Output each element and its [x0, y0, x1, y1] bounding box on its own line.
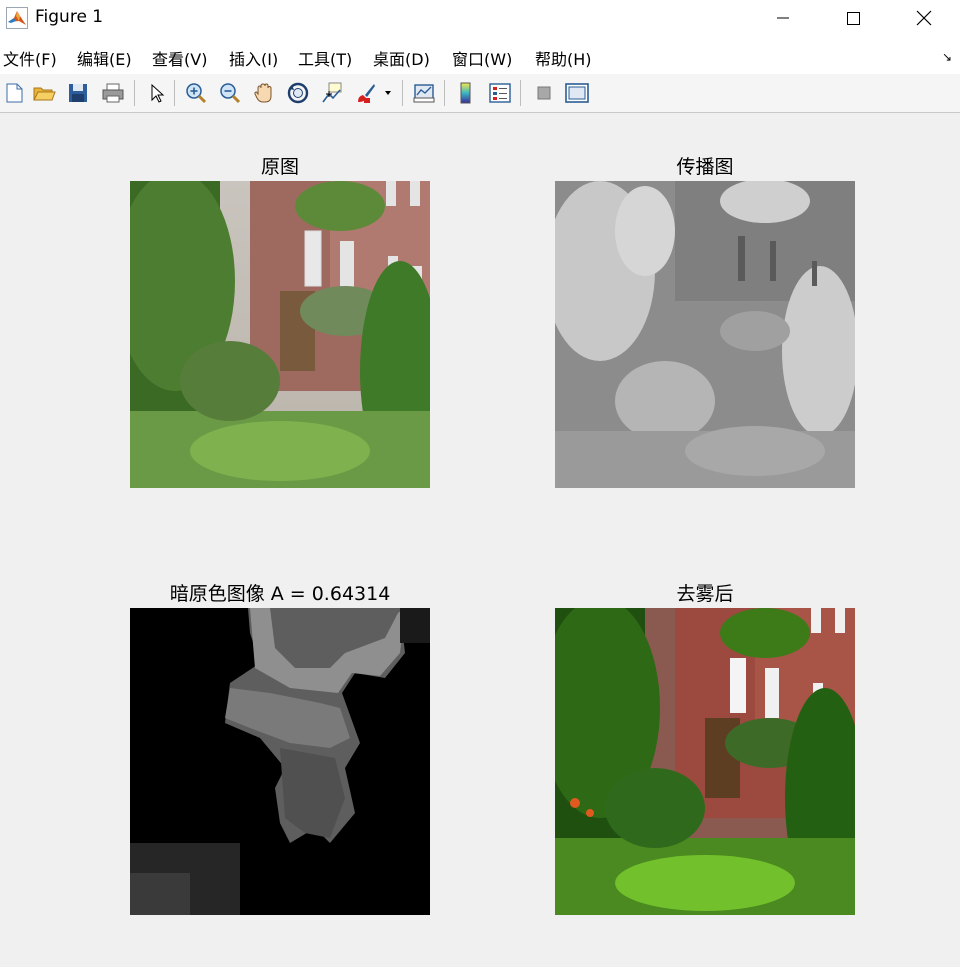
axes-title-original: 原图: [260, 156, 299, 178]
menu-edit[interactable]: 编辑(E): [77, 46, 132, 70]
open-file-button[interactable]: [30, 79, 58, 107]
close-icon: [916, 10, 932, 26]
dark-channel-image: [130, 608, 430, 915]
toolbar-separator: [444, 80, 445, 106]
pan-button[interactable]: [250, 79, 278, 107]
menu-help[interactable]: 帮助(H): [535, 46, 592, 70]
axes-title-dehazed: 去雾后: [676, 583, 734, 605]
rotate-3d-icon: [287, 82, 309, 104]
show-plot-tools-icon: [565, 83, 589, 103]
figure-toolbar: [0, 74, 960, 113]
new-figure-button[interactable]: [0, 79, 28, 107]
hide-plot-tools-button[interactable]: [530, 79, 558, 107]
toolbar-separator: [402, 80, 403, 106]
link-plot-icon: [413, 84, 435, 103]
select-button[interactable]: [142, 79, 170, 107]
menu-view[interactable]: 查看(V): [152, 46, 207, 70]
save-button[interactable]: [64, 79, 92, 107]
data-cursor-button[interactable]: [318, 79, 346, 107]
zoom-in-button[interactable]: [182, 79, 210, 107]
new-file-icon: [6, 83, 23, 103]
zoom-out-icon: [220, 83, 241, 104]
maximize-icon: [847, 12, 860, 25]
menu-tools[interactable]: 工具(T): [298, 46, 352, 70]
print-button[interactable]: [99, 79, 127, 107]
matlab-logo-icon: [6, 7, 28, 29]
transmission-map-image: [555, 181, 855, 488]
arrow-pointer-icon: [151, 83, 165, 103]
link-plot-button[interactable]: [410, 79, 438, 107]
printer-icon: [102, 83, 124, 103]
original-image: [130, 181, 430, 488]
brush-dropdown-button[interactable]: [381, 79, 395, 107]
brush-button[interactable]: [352, 79, 380, 107]
menu-bar: 文件(F) 编辑(E) 查看(V) 插入(I) 工具(T) 桌面(D) 窗口(W…: [0, 36, 960, 75]
menu-window[interactable]: 窗口(W): [452, 46, 512, 70]
hand-pan-icon: [254, 83, 272, 103]
minimize-icon: [777, 17, 789, 19]
chevron-down-icon: [385, 91, 391, 95]
insert-colorbar-button[interactable]: [452, 79, 480, 107]
window-title: Figure 1: [35, 7, 104, 27]
data-cursor-icon: [322, 82, 342, 103]
legend-icon: [489, 83, 511, 103]
menu-desktop[interactable]: 桌面(D): [373, 46, 430, 70]
zoom-out-button[interactable]: [216, 79, 244, 107]
toolbar-separator: [174, 80, 175, 106]
minimize-button[interactable]: [748, 0, 818, 36]
insert-legend-button[interactable]: [486, 79, 514, 107]
maximize-button[interactable]: [818, 0, 888, 36]
figure-canvas: 原图 传播图 暗原色图像 A = 0.64314 去雾后: [0, 113, 960, 967]
open-folder-icon: [33, 87, 56, 101]
dehazed-image: [555, 608, 855, 915]
menu-file[interactable]: 文件(F): [3, 46, 57, 70]
show-plot-tools-button[interactable]: [563, 79, 591, 107]
close-button[interactable]: [889, 0, 959, 36]
zoom-in-icon: [186, 83, 207, 104]
axes-title-dark-channel: 暗原色图像 A = 0.64314: [169, 583, 391, 605]
title-bar: Figure 1: [0, 0, 960, 36]
toolbar-separator: [520, 80, 521, 106]
rotate-3d-button[interactable]: [284, 79, 312, 107]
toolbar-separator: [134, 80, 135, 106]
menu-insert[interactable]: 插入(I): [229, 46, 278, 70]
dock-arrow-icon[interactable]: ↘: [942, 50, 952, 64]
save-disk-icon: [69, 84, 87, 102]
hide-plot-tools-icon: [537, 86, 551, 100]
colorbar-icon: [460, 82, 471, 104]
axes-title-transmission: 传播图: [676, 156, 734, 178]
brush-icon: [358, 84, 375, 103]
